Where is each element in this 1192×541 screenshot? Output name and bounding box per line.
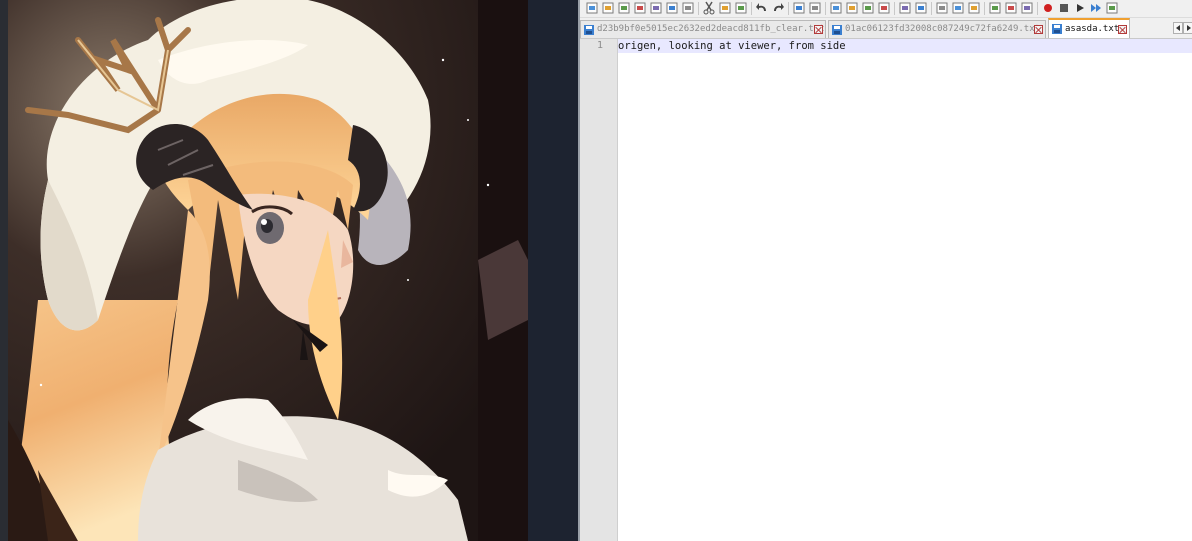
open-file-icon[interactable] <box>601 1 615 15</box>
tab-close-icon[interactable] <box>814 25 823 34</box>
folder-workspace-icon[interactable] <box>1004 1 1018 15</box>
replace-icon[interactable] <box>808 1 822 15</box>
show-all-chars-icon[interactable] <box>914 1 928 15</box>
close-all-icon[interactable] <box>665 1 679 15</box>
viewer-right-margin <box>528 0 578 541</box>
toolbar-separator <box>825 2 826 15</box>
line-number-gutter: 1 <box>580 39 618 541</box>
close-icon[interactable] <box>649 1 663 15</box>
save-macro-icon[interactable] <box>1105 1 1119 15</box>
print-icon[interactable] <box>681 1 695 15</box>
toolbar <box>580 0 1192 18</box>
play-macro-icon[interactable] <box>1073 1 1087 15</box>
tab-label: d23b9bf0e5015ec2632ed2deacd811fb_clear.t… <box>597 24 825 34</box>
line-number: 1 <box>596 40 603 51</box>
saved-file-icon <box>584 25 594 35</box>
tab-01ac0612-txt[interactable]: 01ac06123fd32008c087249c72fa6249.txt <box>828 20 1046 38</box>
tab-close-icon[interactable] <box>1034 25 1043 34</box>
toolbar-separator <box>698 2 699 15</box>
save-icon[interactable] <box>617 1 631 15</box>
saved-file-icon <box>1052 24 1062 34</box>
toolbar-separator <box>1037 2 1038 15</box>
tab-close-icon[interactable] <box>1118 25 1127 34</box>
record-macro-icon[interactable] <box>1041 1 1055 15</box>
toolbar-separator <box>931 2 932 15</box>
monitor-icon[interactable] <box>1020 1 1034 15</box>
word-wrap-icon[interactable] <box>898 1 912 15</box>
tab-label: 01ac06123fd32008c087249c72fa6249.txt <box>845 24 1041 34</box>
undo-icon[interactable] <box>755 1 769 15</box>
cut-icon[interactable] <box>702 1 716 15</box>
tab-bar: d23b9bf0e5015ec2632ed2deacd811fb_clear.t… <box>580 18 1192 39</box>
tab-scroll-right-icon[interactable] <box>1183 22 1192 34</box>
desktop: d23b9bf0e5015ec2632ed2deacd811fb_clear.t… <box>0 0 1192 541</box>
save-all-icon[interactable] <box>633 1 647 15</box>
find-icon[interactable] <box>792 1 806 15</box>
user-lang-icon[interactable] <box>951 1 965 15</box>
saved-file-icon <box>832 25 842 35</box>
run-macro-multiple-icon[interactable] <box>1089 1 1103 15</box>
tab-asasda-txt[interactable]: asasda.txt <box>1048 18 1130 38</box>
sync-vertical-icon[interactable] <box>861 1 875 15</box>
viewer-left-border <box>0 0 8 541</box>
tab-scroll-left-icon[interactable] <box>1173 22 1183 34</box>
stop-macro-icon[interactable] <box>1057 1 1071 15</box>
toolbar-separator <box>984 2 985 15</box>
anime-girl-illustration <box>8 0 528 541</box>
indent-guide-icon[interactable] <box>935 1 949 15</box>
tab-label: asasda.txt <box>1065 24 1120 34</box>
redo-icon[interactable] <box>771 1 785 15</box>
new-file-icon[interactable] <box>585 1 599 15</box>
copy-icon[interactable] <box>718 1 732 15</box>
text-editor-window: d23b9bf0e5015ec2632ed2deacd811fb_clear.t… <box>578 0 1192 541</box>
image-viewer <box>0 0 578 541</box>
paste-icon[interactable] <box>734 1 748 15</box>
zoom-in-icon[interactable] <box>829 1 843 15</box>
doc-map-icon[interactable] <box>967 1 981 15</box>
toolbar-separator <box>894 2 895 15</box>
zoom-out-icon[interactable] <box>845 1 859 15</box>
function-list-icon[interactable] <box>988 1 1002 15</box>
editor-area[interactable]: 1 origen, looking at viewer, from side <box>580 39 1192 541</box>
toolbar-separator <box>788 2 789 15</box>
editor-line-text[interactable]: origen, looking at viewer, from side <box>618 40 846 52</box>
toolbar-separator <box>751 2 752 15</box>
sync-horizontal-icon[interactable] <box>877 1 891 15</box>
tab-d23b9bf0-clear-txt[interactable]: d23b9bf0e5015ec2632ed2deacd811fb_clear.t… <box>580 20 826 38</box>
